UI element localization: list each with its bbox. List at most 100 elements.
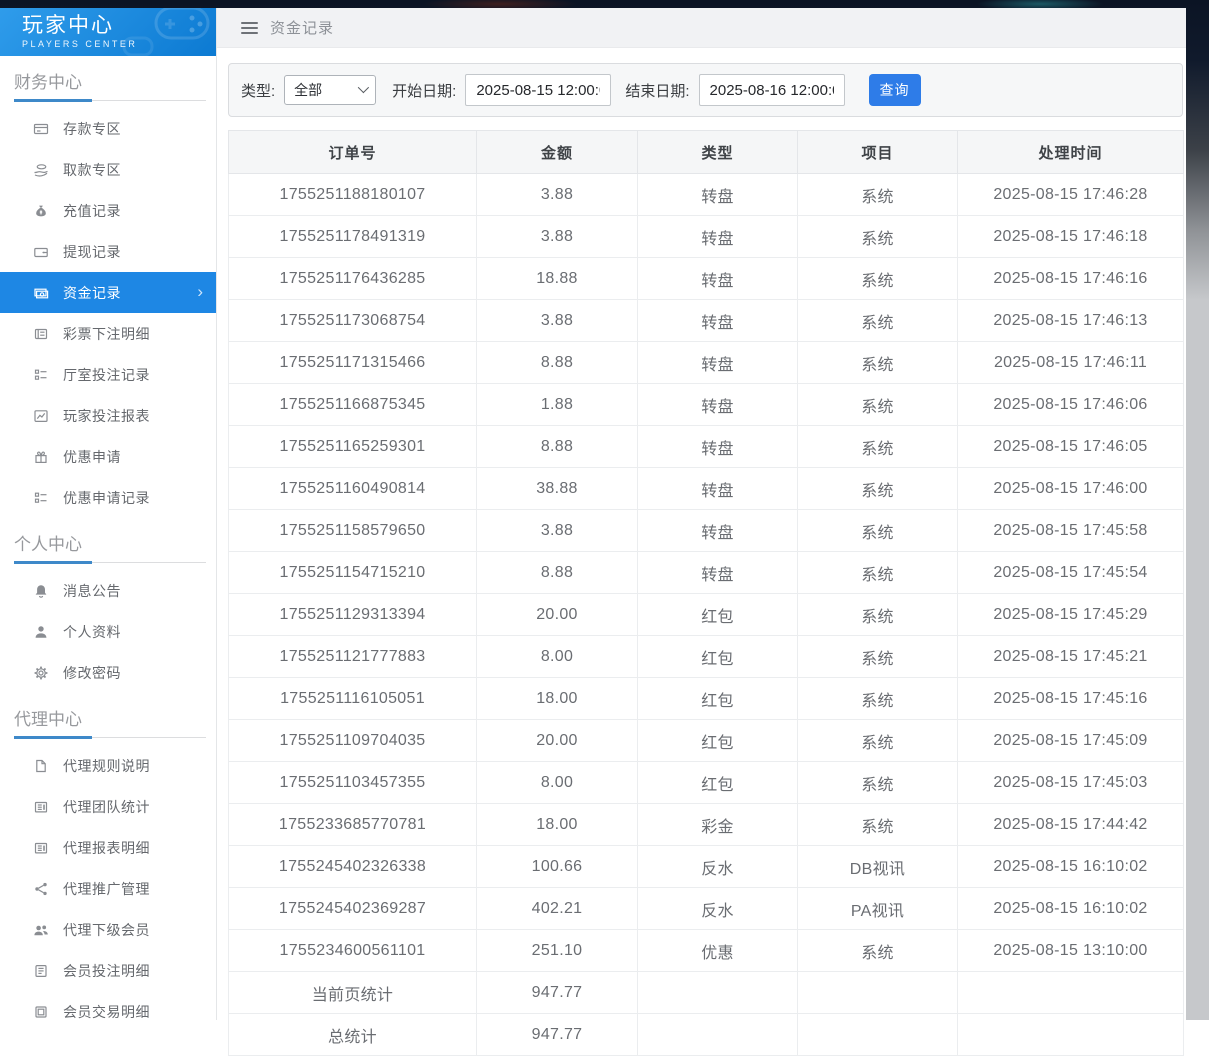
section-underline xyxy=(14,100,206,101)
sidebar-item[interactable]: 个人资料 xyxy=(0,611,216,652)
sidebar-item-label: 代理报表明细 xyxy=(63,838,150,858)
chart-icon xyxy=(33,408,49,424)
table-row: 17552511713154668.88转盘系统2025-08-15 17:46… xyxy=(229,342,1184,384)
type-select[interactable]: 全部 xyxy=(284,75,376,105)
search-button[interactable]: 查询 xyxy=(869,74,921,106)
table-cell: 402.21 xyxy=(477,888,638,930)
sidebar-section-title: 个人中心 xyxy=(0,518,216,562)
section-underline xyxy=(14,562,206,563)
table-cell: 3.88 xyxy=(477,300,638,342)
start-date-label: 开始日期: xyxy=(392,80,456,101)
table-cell: 1755251173068754 xyxy=(229,300,477,342)
sidebar-item[interactable]: 会员交易明细 xyxy=(0,991,216,1020)
sidebar-item[interactable]: 资金记录 › xyxy=(0,272,216,313)
sidebar-item-label: 优惠申请记录 xyxy=(63,488,150,508)
sidebar-item[interactable]: 会员投注明细 xyxy=(0,950,216,991)
sidebar-item[interactable]: 代理报表明细 xyxy=(0,827,216,868)
table-cell: 38.88 xyxy=(477,468,638,510)
end-date-input[interactable] xyxy=(699,74,845,106)
table-cell: 3.88 xyxy=(477,510,638,552)
table-cell: 反水 xyxy=(638,846,798,888)
table-row: 175525116049081438.88转盘系统2025-08-15 17:4… xyxy=(229,468,1184,510)
table-cell: 转盘 xyxy=(638,174,798,216)
table-cell: 转盘 xyxy=(638,510,798,552)
table-cell: 红包 xyxy=(638,678,798,720)
table-cell: 1755245402326338 xyxy=(229,846,477,888)
document-icon xyxy=(33,758,49,774)
table-cell: 1.88 xyxy=(477,384,638,426)
sidebar-item-label: 代理团队统计 xyxy=(63,797,150,817)
news-icon xyxy=(33,840,49,856)
table-cell: 1755251178491319 xyxy=(229,216,477,258)
chevron-right-icon: › xyxy=(197,283,203,300)
table-cell: 3.88 xyxy=(477,174,638,216)
sidebar-item-label: 存款专区 xyxy=(63,119,121,139)
table-cell: 红包 xyxy=(638,594,798,636)
hand-money-icon xyxy=(33,162,49,178)
sidebar-item[interactable]: 代理团队统计 xyxy=(0,786,216,827)
table-cell: 系统 xyxy=(798,468,958,510)
sidebar-item[interactable]: 存款专区 xyxy=(0,108,216,149)
list-icon xyxy=(33,490,49,506)
table-row: 17552511652593018.88转盘系统2025-08-15 17:46… xyxy=(229,426,1184,468)
table-cell: PA视讯 xyxy=(798,888,958,930)
table-cell: 2025-08-15 16:10:02 xyxy=(958,846,1184,888)
table-cell: 18.88 xyxy=(477,258,638,300)
sidebar-item[interactable]: 代理规则说明 xyxy=(0,745,216,786)
content-area: 类型: 全部 开始日期: 结束日期: 查询 订单号金额类型项目处理时间 1755… xyxy=(217,48,1186,1056)
table-cell: 转盘 xyxy=(638,216,798,258)
table-cell: 947.77 xyxy=(477,972,638,1014)
table-cell: 18.00 xyxy=(477,804,638,846)
table-cell: 1755251116105051 xyxy=(229,678,477,720)
sidebar-section-title: 财务中心 xyxy=(0,56,216,100)
table-cell: 8.00 xyxy=(477,762,638,804)
sidebar-item[interactable]: 充值记录 xyxy=(0,190,216,231)
table-cell: 转盘 xyxy=(638,258,798,300)
sidebar-item[interactable]: 修改密码 xyxy=(0,652,216,693)
start-date-input[interactable] xyxy=(465,74,611,106)
sidebar-item[interactable]: 代理下级会员 xyxy=(0,909,216,950)
table-cell: 1755251165259301 xyxy=(229,426,477,468)
sidebar-item-label: 取款专区 xyxy=(63,160,121,180)
sidebar-item[interactable]: 优惠申请 xyxy=(0,436,216,477)
table-cell: 2025-08-15 17:45:16 xyxy=(958,678,1184,720)
sidebar-item-label: 会员投注明细 xyxy=(63,961,150,981)
gear-icon xyxy=(33,665,49,681)
sidebar-item[interactable]: 消息公告 xyxy=(0,570,216,611)
table-cell: 100.66 xyxy=(477,846,638,888)
hamburger-icon[interactable] xyxy=(241,19,258,37)
sidebar-item[interactable]: 优惠申请记录 xyxy=(0,477,216,518)
table-cell: 反水 xyxy=(638,888,798,930)
sidebar-nav: 财务中心存款专区取款专区充值记录提现记录资金记录 › 彩票下注明细厅室投注记录玩家投… xyxy=(0,56,216,1020)
table-cell: 红包 xyxy=(638,636,798,678)
table-cell: 转盘 xyxy=(638,300,798,342)
table-row: 175525110970403520.00红包系统2025-08-15 17:4… xyxy=(229,720,1184,762)
table-row: 17552511585796503.88转盘系统2025-08-15 17:45… xyxy=(229,510,1184,552)
table-cell: 2025-08-15 17:46:05 xyxy=(958,426,1184,468)
table-cell: 系统 xyxy=(798,510,958,552)
table-header-row: 订单号金额类型项目处理时间 xyxy=(229,131,1184,174)
table-cell: 2025-08-15 17:45:58 xyxy=(958,510,1184,552)
table-cell: DB视讯 xyxy=(798,846,958,888)
sidebar-item-label: 代理推广管理 xyxy=(63,879,150,899)
sidebar-item-label: 资金记录 xyxy=(63,283,121,303)
table-cell: 2025-08-15 17:46:11 xyxy=(958,342,1184,384)
table-cell: 2025-08-15 17:46:16 xyxy=(958,258,1184,300)
app-background: 玩家中心 PLAYERS CENTER 财务中心存款专区取款专区充值记录提现记录… xyxy=(0,0,1209,1020)
sidebar-item[interactable]: 玩家投注报表 xyxy=(0,395,216,436)
end-date-label: 结束日期: xyxy=(625,80,689,101)
sidebar-item[interactable]: 彩票下注明细 xyxy=(0,313,216,354)
filter-bar: 类型: 全部 开始日期: 结束日期: 查询 xyxy=(228,63,1183,117)
table-cell: 系统 xyxy=(798,594,958,636)
table-row: 17552511730687543.88转盘系统2025-08-15 17:46… xyxy=(229,300,1184,342)
table-cell: 2025-08-15 13:10:00 xyxy=(958,930,1184,972)
sidebar-item[interactable]: 取款专区 xyxy=(0,149,216,190)
table-cell: 8.00 xyxy=(477,636,638,678)
table-cell: 8.88 xyxy=(477,426,638,468)
sidebar-item[interactable]: 提现记录 xyxy=(0,231,216,272)
table-row: 175525117643628518.88转盘系统2025-08-15 17:4… xyxy=(229,258,1184,300)
sidebar-item[interactable]: 厅室投注记录 xyxy=(0,354,216,395)
table-cell: 1755251109704035 xyxy=(229,720,477,762)
sidebar-item[interactable]: 代理推广管理 xyxy=(0,868,216,909)
moneybag-icon xyxy=(33,203,49,219)
